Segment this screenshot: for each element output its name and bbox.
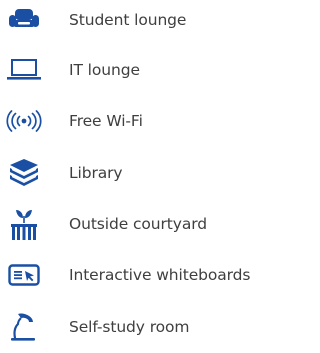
sofa-icon bbox=[2, 0, 46, 40]
amenity-label: Self-study room bbox=[69, 318, 190, 336]
amenity-label: IT lounge bbox=[69, 61, 140, 79]
wifi-icon bbox=[2, 101, 46, 141]
amenity-library: Library bbox=[0, 153, 268, 193]
books-icon bbox=[2, 153, 46, 193]
laptop-icon bbox=[2, 50, 46, 90]
courtyard-icon bbox=[2, 204, 46, 244]
amenity-interactive-whiteboards: Interactive whiteboards bbox=[0, 255, 268, 295]
amenity-label: Outside courtyard bbox=[69, 215, 207, 233]
amenity-free-wifi: Free Wi-Fi bbox=[0, 101, 268, 141]
amenity-label: Student lounge bbox=[69, 11, 187, 29]
amenity-outside-courtyard: Outside courtyard bbox=[0, 204, 268, 244]
amenities-list: Student lounge IT lounge Free Wi-Fi Libr… bbox=[0, 0, 268, 353]
amenity-it-lounge: IT lounge bbox=[0, 50, 268, 90]
whiteboard-icon bbox=[2, 255, 46, 295]
amenity-label: Library bbox=[69, 164, 123, 182]
amenity-label: Interactive whiteboards bbox=[69, 266, 251, 284]
amenity-label: Free Wi-Fi bbox=[69, 112, 143, 130]
amenity-self-study-room: Self-study room bbox=[0, 307, 268, 347]
desk-lamp-icon bbox=[2, 307, 46, 347]
amenity-student-lounge: Student lounge bbox=[0, 0, 268, 40]
